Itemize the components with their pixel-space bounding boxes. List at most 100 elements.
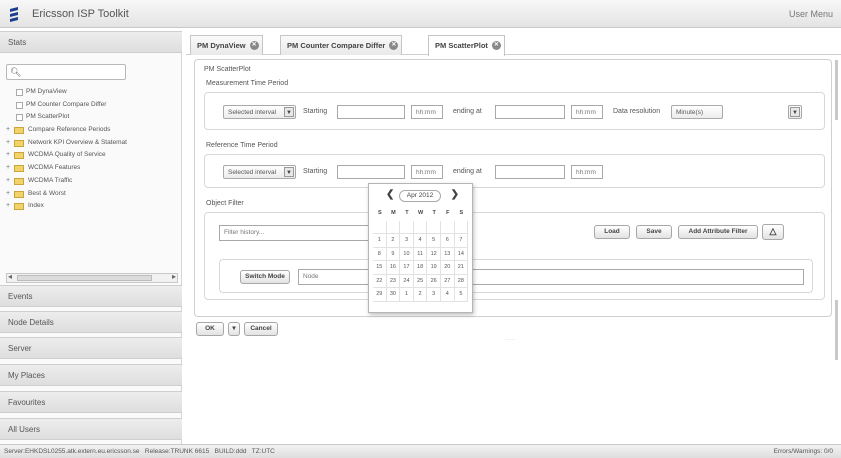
measurement-start-date-input[interactable] xyxy=(337,105,405,119)
calendar-day[interactable] xyxy=(440,220,455,234)
calendar-day[interactable]: 2 xyxy=(386,234,401,248)
vertical-scrollbar[interactable] xyxy=(835,60,838,120)
sidebar-section-server[interactable]: Server xyxy=(0,337,182,359)
sidebar-section-events[interactable]: Events xyxy=(0,285,182,307)
date-picker-popup[interactable]: ❮ Apr 2012 ❯ S M T W T F S 1 2 3 4 5 6 7 8 9 10 11 12 13 14 1… xyxy=(368,183,473,313)
tree-item[interactable]: PM ScatterPlot xyxy=(6,111,180,124)
calendar-day[interactable]: 24 xyxy=(400,274,414,288)
calendar-day[interactable]: 19 xyxy=(427,261,441,275)
switch-mode-button[interactable]: Switch Mode xyxy=(240,270,290,284)
calendar-day[interactable]: 5 xyxy=(454,288,469,302)
errors-warnings-status[interactable]: Errors/Warnings: 0/0 xyxy=(774,448,833,455)
calendar-day[interactable]: 23 xyxy=(386,274,401,288)
calendar-day[interactable]: 12 xyxy=(427,247,441,261)
sidebar-section-all-users[interactable]: All Users xyxy=(0,418,182,440)
calendar-day[interactable]: 20 xyxy=(440,261,455,275)
expand-icon[interactable]: + xyxy=(6,137,10,150)
calendar-day[interactable]: 27 xyxy=(440,274,455,288)
data-resolution-select[interactable]: Minute(s) xyxy=(671,105,723,119)
calendar-day[interactable]: 13 xyxy=(440,247,455,261)
next-month-icon[interactable]: ❯ xyxy=(451,189,459,200)
calendar-day[interactable] xyxy=(454,220,469,234)
calendar-day[interactable] xyxy=(427,220,441,234)
measurement-end-date-input[interactable] xyxy=(495,105,565,119)
splitter-grip[interactable]: ····· xyxy=(505,337,515,343)
calendar-day[interactable]: 11 xyxy=(413,247,428,261)
tree-folder[interactable]: + Compare Reference Periods xyxy=(6,124,180,137)
calendar-day[interactable]: 5 xyxy=(427,234,441,248)
calendar-month-label[interactable]: Apr 2012 xyxy=(399,190,441,202)
calendar-day[interactable]: 22 xyxy=(373,274,387,288)
reference-interval-select[interactable]: Selected interval ▼ xyxy=(223,165,296,179)
add-attribute-filter-button[interactable]: Add Attribute Filter xyxy=(678,225,758,239)
cancel-button[interactable]: Cancel xyxy=(244,322,278,336)
tab-pm-counter-compare-differ[interactable]: PM Counter Compare Differ ✕ xyxy=(280,35,403,55)
sidebar-search-input[interactable]: 🔍︎ xyxy=(6,64,126,80)
scroll-left-icon[interactable]: ◂ xyxy=(8,272,12,281)
calendar-day[interactable]: 4 xyxy=(413,234,428,248)
calendar-day[interactable]: 6 xyxy=(440,234,455,248)
sidebar-section-my-places[interactable]: My Places xyxy=(0,364,182,386)
calendar-day[interactable] xyxy=(386,220,401,234)
save-button[interactable]: Save xyxy=(636,225,672,239)
tab-pm-dynaview[interactable]: PM DynaView ✕ xyxy=(190,35,263,55)
close-tab-icon[interactable]: ✕ xyxy=(389,41,399,50)
calendar-day[interactable]: 1 xyxy=(373,234,387,248)
previous-month-icon[interactable]: ❮ xyxy=(386,189,394,200)
sidebar-section-favourites[interactable]: Favourites xyxy=(0,391,182,413)
calendar-day[interactable]: 1 xyxy=(400,288,414,302)
dropdown-arrow-icon[interactable]: ▼ xyxy=(284,167,294,177)
reference-end-time-input[interactable]: hh:mm xyxy=(571,165,603,179)
tab-pm-scatterplot[interactable]: PM ScatterPlot ✕ xyxy=(428,35,505,56)
calendar-day[interactable]: 2 xyxy=(413,288,428,302)
calendar-day[interactable]: 3 xyxy=(400,234,414,248)
calendar-day[interactable]: 29 xyxy=(373,288,387,302)
tree-folder[interactable]: + WCDMA Quality of Service xyxy=(6,149,180,162)
expand-icon[interactable]: + xyxy=(6,188,10,201)
tree-item[interactable]: PM DynaView xyxy=(6,86,180,99)
calendar-day[interactable] xyxy=(413,220,428,234)
calendar-day[interactable]: 18 xyxy=(413,261,428,275)
tree-folder[interactable]: + Index xyxy=(6,200,180,213)
calendar-day[interactable]: 21 xyxy=(454,261,469,275)
dropdown-arrow-icon[interactable]: ▼ xyxy=(284,107,294,117)
close-tab-icon[interactable]: ✕ xyxy=(249,41,259,50)
calendar-day[interactable]: 15 xyxy=(373,261,387,275)
calendar-day[interactable]: 9 xyxy=(386,247,401,261)
sidebar-section-node-details[interactable]: Node Details xyxy=(0,311,182,333)
tree-folder[interactable]: + WCDMA Features xyxy=(6,162,180,175)
tree-folder[interactable]: + Best & Worst xyxy=(6,188,180,201)
measurement-interval-select[interactable]: Selected interval ▼ xyxy=(223,105,296,119)
calendar-day[interactable]: 7 xyxy=(454,234,469,248)
sidebar-section-stats[interactable]: Stats xyxy=(0,31,182,53)
calendar-day[interactable] xyxy=(400,220,414,234)
calendar-day[interactable]: 16 xyxy=(386,261,401,275)
tree-item[interactable]: PM Counter Compare Differ xyxy=(6,99,180,112)
tree-folder[interactable]: + WCDMA Traffic xyxy=(6,175,180,188)
user-menu[interactable]: User Menu xyxy=(789,9,833,19)
filter-history-input[interactable]: Filter history... xyxy=(219,225,379,241)
calendar-day[interactable]: 30 xyxy=(386,288,401,302)
calendar-day[interactable]: 4 xyxy=(440,288,455,302)
measurement-start-time-input[interactable]: hh:mm xyxy=(411,105,443,119)
calendar-day[interactable]: 8 xyxy=(373,247,387,261)
ok-button[interactable]: OK xyxy=(196,322,224,336)
calendar-day[interactable] xyxy=(373,220,387,234)
reference-start-date-input[interactable] xyxy=(337,165,405,179)
tree-folder[interactable]: + Network KPI Overview & Statemat xyxy=(6,137,180,150)
calendar-day[interactable]: 17 xyxy=(400,261,414,275)
load-button[interactable]: Load xyxy=(594,225,630,239)
expand-icon[interactable]: + xyxy=(6,175,10,188)
ok-options-button[interactable]: ▾ xyxy=(228,322,240,336)
expand-icon[interactable]: + xyxy=(6,149,10,162)
calendar-day[interactable]: 28 xyxy=(454,274,469,288)
reference-start-time-input[interactable]: hh:mm xyxy=(411,165,443,179)
calendar-day[interactable]: 26 xyxy=(427,274,441,288)
calendar-day[interactable]: 3 xyxy=(427,288,441,302)
close-tab-icon[interactable]: ✕ xyxy=(491,41,501,50)
vertical-scrollbar[interactable] xyxy=(835,300,838,360)
clear-filter-button[interactable]: △ xyxy=(762,224,784,240)
expand-icon[interactable]: + xyxy=(6,124,10,137)
calendar-day[interactable]: 10 xyxy=(400,247,414,261)
calendar-day[interactable]: 25 xyxy=(413,274,428,288)
